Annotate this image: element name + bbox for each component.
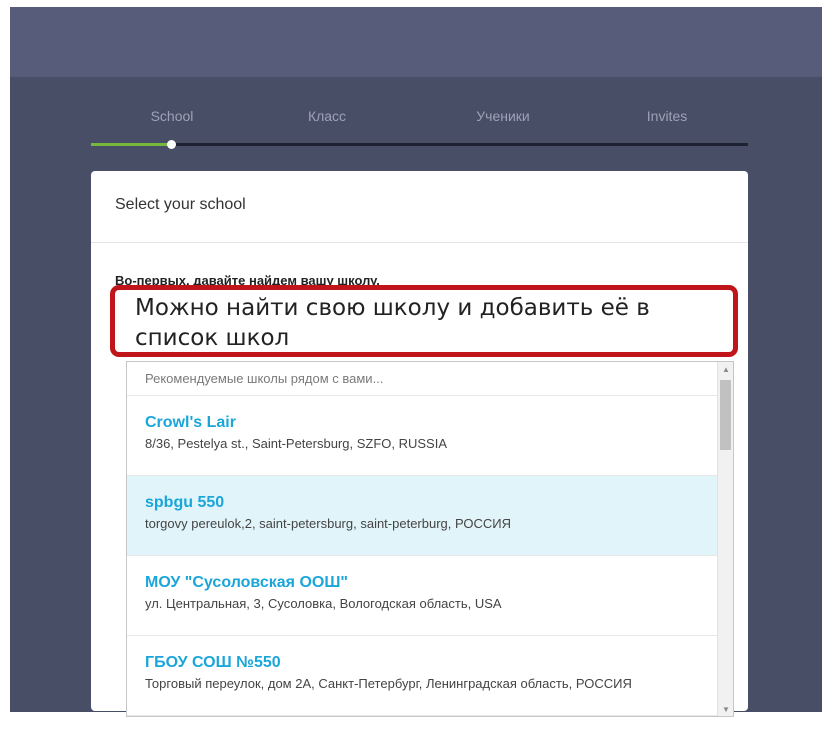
school-name: МОУ "Сусоловская ООШ" bbox=[145, 574, 348, 591]
progress-fill bbox=[91, 143, 172, 146]
school-name: spbgu 550 bbox=[145, 494, 225, 511]
card-title: Select your school bbox=[91, 171, 748, 243]
school-address: Торговый переулок, дом 2А, Санкт-Петербу… bbox=[145, 676, 632, 691]
school-address: ул. Центральная, 3, Сусоловка, Вологодск… bbox=[145, 596, 502, 611]
school-option[interactable]: Crowl's Lair 8/36, Pestelya st., Saint-P… bbox=[127, 396, 733, 476]
scroll-thumb[interactable] bbox=[720, 380, 731, 450]
chevron-down-icon[interactable]: ▼ bbox=[718, 705, 733, 714]
school-name: Crowl's Lair bbox=[145, 414, 236, 431]
school-address: 8/36, Pestelya st., Saint-Petersburg, SZ… bbox=[145, 436, 448, 451]
step-students[interactable]: Ученики bbox=[443, 108, 563, 124]
progress-track bbox=[91, 140, 748, 149]
step-school[interactable]: School bbox=[112, 108, 232, 124]
school-address: torgovy pereulok,2, saint-petersburg, sa… bbox=[145, 516, 512, 531]
school-dropdown[interactable]: Рекомендуемые школы рядом с вами... Crow… bbox=[126, 361, 734, 717]
school-option-highlighted[interactable]: spbgu 550 torgovy pereulok,2, saint-pete… bbox=[127, 476, 733, 556]
school-option[interactable]: МОУ "Сусоловская ООШ" ул. Центральная, 3… bbox=[127, 556, 733, 636]
dropdown-hint: Рекомендуемые школы рядом с вами... bbox=[127, 362, 733, 396]
step-invites[interactable]: Invites bbox=[607, 108, 727, 124]
top-bar bbox=[10, 7, 822, 77]
dropdown-scrollbar[interactable]: ▲ ▼ bbox=[717, 362, 733, 716]
school-option[interactable]: ГБОУ СОШ №550 Торговый переулок, дом 2А,… bbox=[127, 636, 733, 716]
step-class[interactable]: Класс bbox=[267, 108, 387, 124]
progress-dot bbox=[167, 140, 176, 149]
annotation-callout: Можно найти свою школу и добавить её в с… bbox=[110, 285, 738, 357]
wizard-steps: School Класс Ученики Invites bbox=[91, 108, 748, 128]
school-name: ГБОУ СОШ №550 bbox=[145, 654, 281, 671]
chevron-up-icon[interactable]: ▲ bbox=[718, 365, 733, 374]
